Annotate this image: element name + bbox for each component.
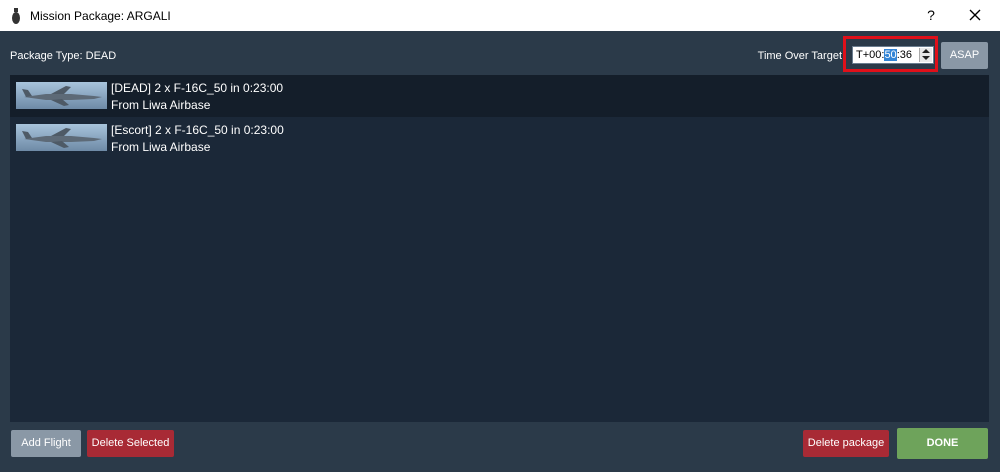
flight-title: [Escort] 2 x F-16C_50 in 0:23:00 [111, 123, 284, 137]
package-type-value: DEAD [85, 50, 117, 62]
f16-aircraft-icon [16, 124, 107, 151]
flight-origin: From Liwa Airbase [111, 98, 211, 112]
flight-row[interactable]: [DEAD] 2 x F-16C_50 in 0:23:00 From Liwa… [10, 75, 989, 117]
add-flight-button[interactable]: Add Flight [11, 430, 81, 457]
asap-button[interactable]: ASAP [941, 42, 988, 69]
window-title: Mission Package: ARGALI [30, 9, 171, 23]
flight-row[interactable]: [Escort] 2 x F-16C_50 in 0:23:00 From Li… [10, 117, 989, 159]
close-icon [969, 9, 981, 21]
package-type-label: Package Type: [10, 50, 83, 62]
delete-selected-button[interactable]: Delete Selected [87, 430, 174, 457]
done-button[interactable]: DONE [897, 428, 988, 459]
package-type: Package Type: DEAD [10, 50, 116, 62]
tot-highlight-box [843, 36, 938, 72]
tot-label: Time Over Target [757, 50, 842, 62]
flight-list[interactable]: [DEAD] 2 x F-16C_50 in 0:23:00 From Liwa… [10, 75, 989, 422]
close-button[interactable] [960, 4, 990, 26]
delete-package-button[interactable]: Delete package [803, 430, 889, 457]
f16-aircraft-icon [16, 82, 107, 109]
bomb-icon [12, 8, 20, 24]
flight-origin: From Liwa Airbase [111, 140, 211, 154]
title-bar: Mission Package: ARGALI ? [0, 0, 1000, 31]
help-button[interactable]: ? [918, 4, 944, 26]
flight-title: [DEAD] 2 x F-16C_50 in 0:23:00 [111, 81, 284, 95]
